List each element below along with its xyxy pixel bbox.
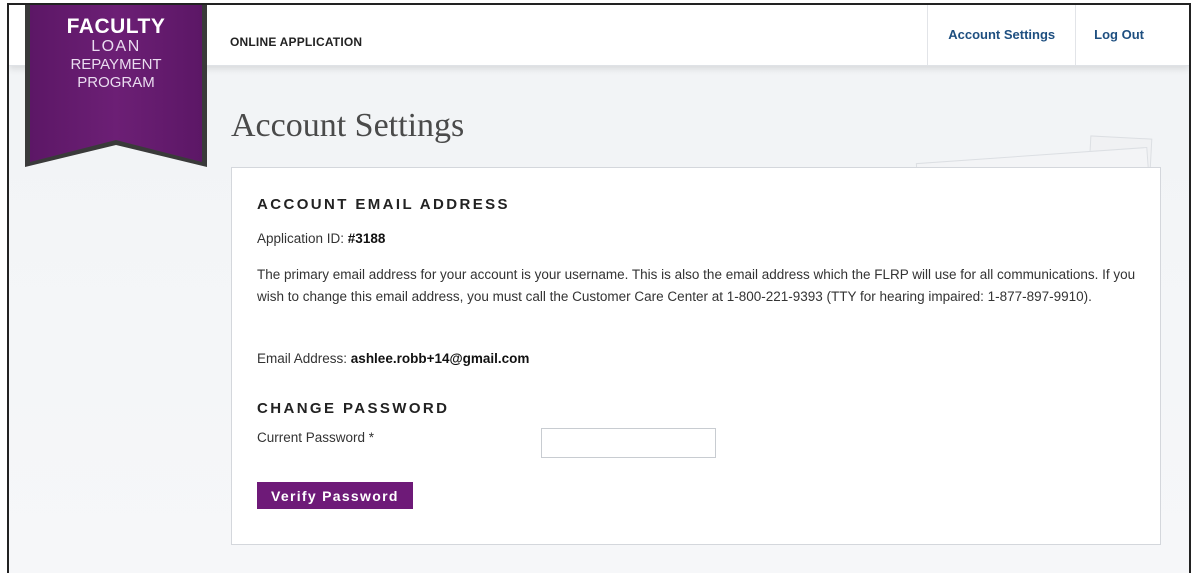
account-email-heading: ACCOUNT EMAIL ADDRESS [257, 196, 510, 213]
program-logo[interactable]: FACULTY LOAN REPAYMENT PROGRAM [25, 5, 207, 167]
logo-line-loan: LOAN [91, 38, 141, 55]
app-frame: ONLINE APPLICATION Account Settings Log … [7, 3, 1191, 573]
verify-password-button[interactable]: Verify Password [257, 482, 413, 509]
top-nav: Account Settings Log Out [927, 5, 1189, 65]
application-id: Application ID: #3188 [257, 228, 385, 250]
section-title: ONLINE APPLICATION [230, 35, 363, 49]
log-out-link[interactable]: Log Out [1075, 5, 1189, 65]
change-password-heading: CHANGE PASSWORD [257, 400, 450, 417]
email-address-label: Email Address: [257, 351, 351, 366]
application-id-label: Application ID: [257, 231, 348, 246]
logo-line-repayment: REPAYMENT [70, 56, 162, 73]
email-description: The primary email address for your accou… [257, 267, 1136, 304]
email-address: Email Address: ashlee.robb+14@gmail.com [257, 348, 529, 370]
account-settings-card: ACCOUNT EMAIL ADDRESS Application ID: #3… [231, 167, 1161, 545]
current-password-input[interactable] [541, 428, 716, 458]
current-password-label: Current Password * [257, 430, 375, 445]
account-settings-link[interactable]: Account Settings [927, 5, 1075, 65]
logo-line-program: PROGRAM [77, 74, 155, 91]
page-title: Account Settings [231, 107, 465, 144]
logo-line-faculty: FACULTY [66, 15, 166, 38]
application-id-value: #3188 [347, 231, 386, 246]
email-address-value: ashlee.robb+14@gmail.com [350, 351, 530, 366]
logo-text: FACULTY LOAN REPAYMENT PROGRAM [29, 16, 203, 92]
